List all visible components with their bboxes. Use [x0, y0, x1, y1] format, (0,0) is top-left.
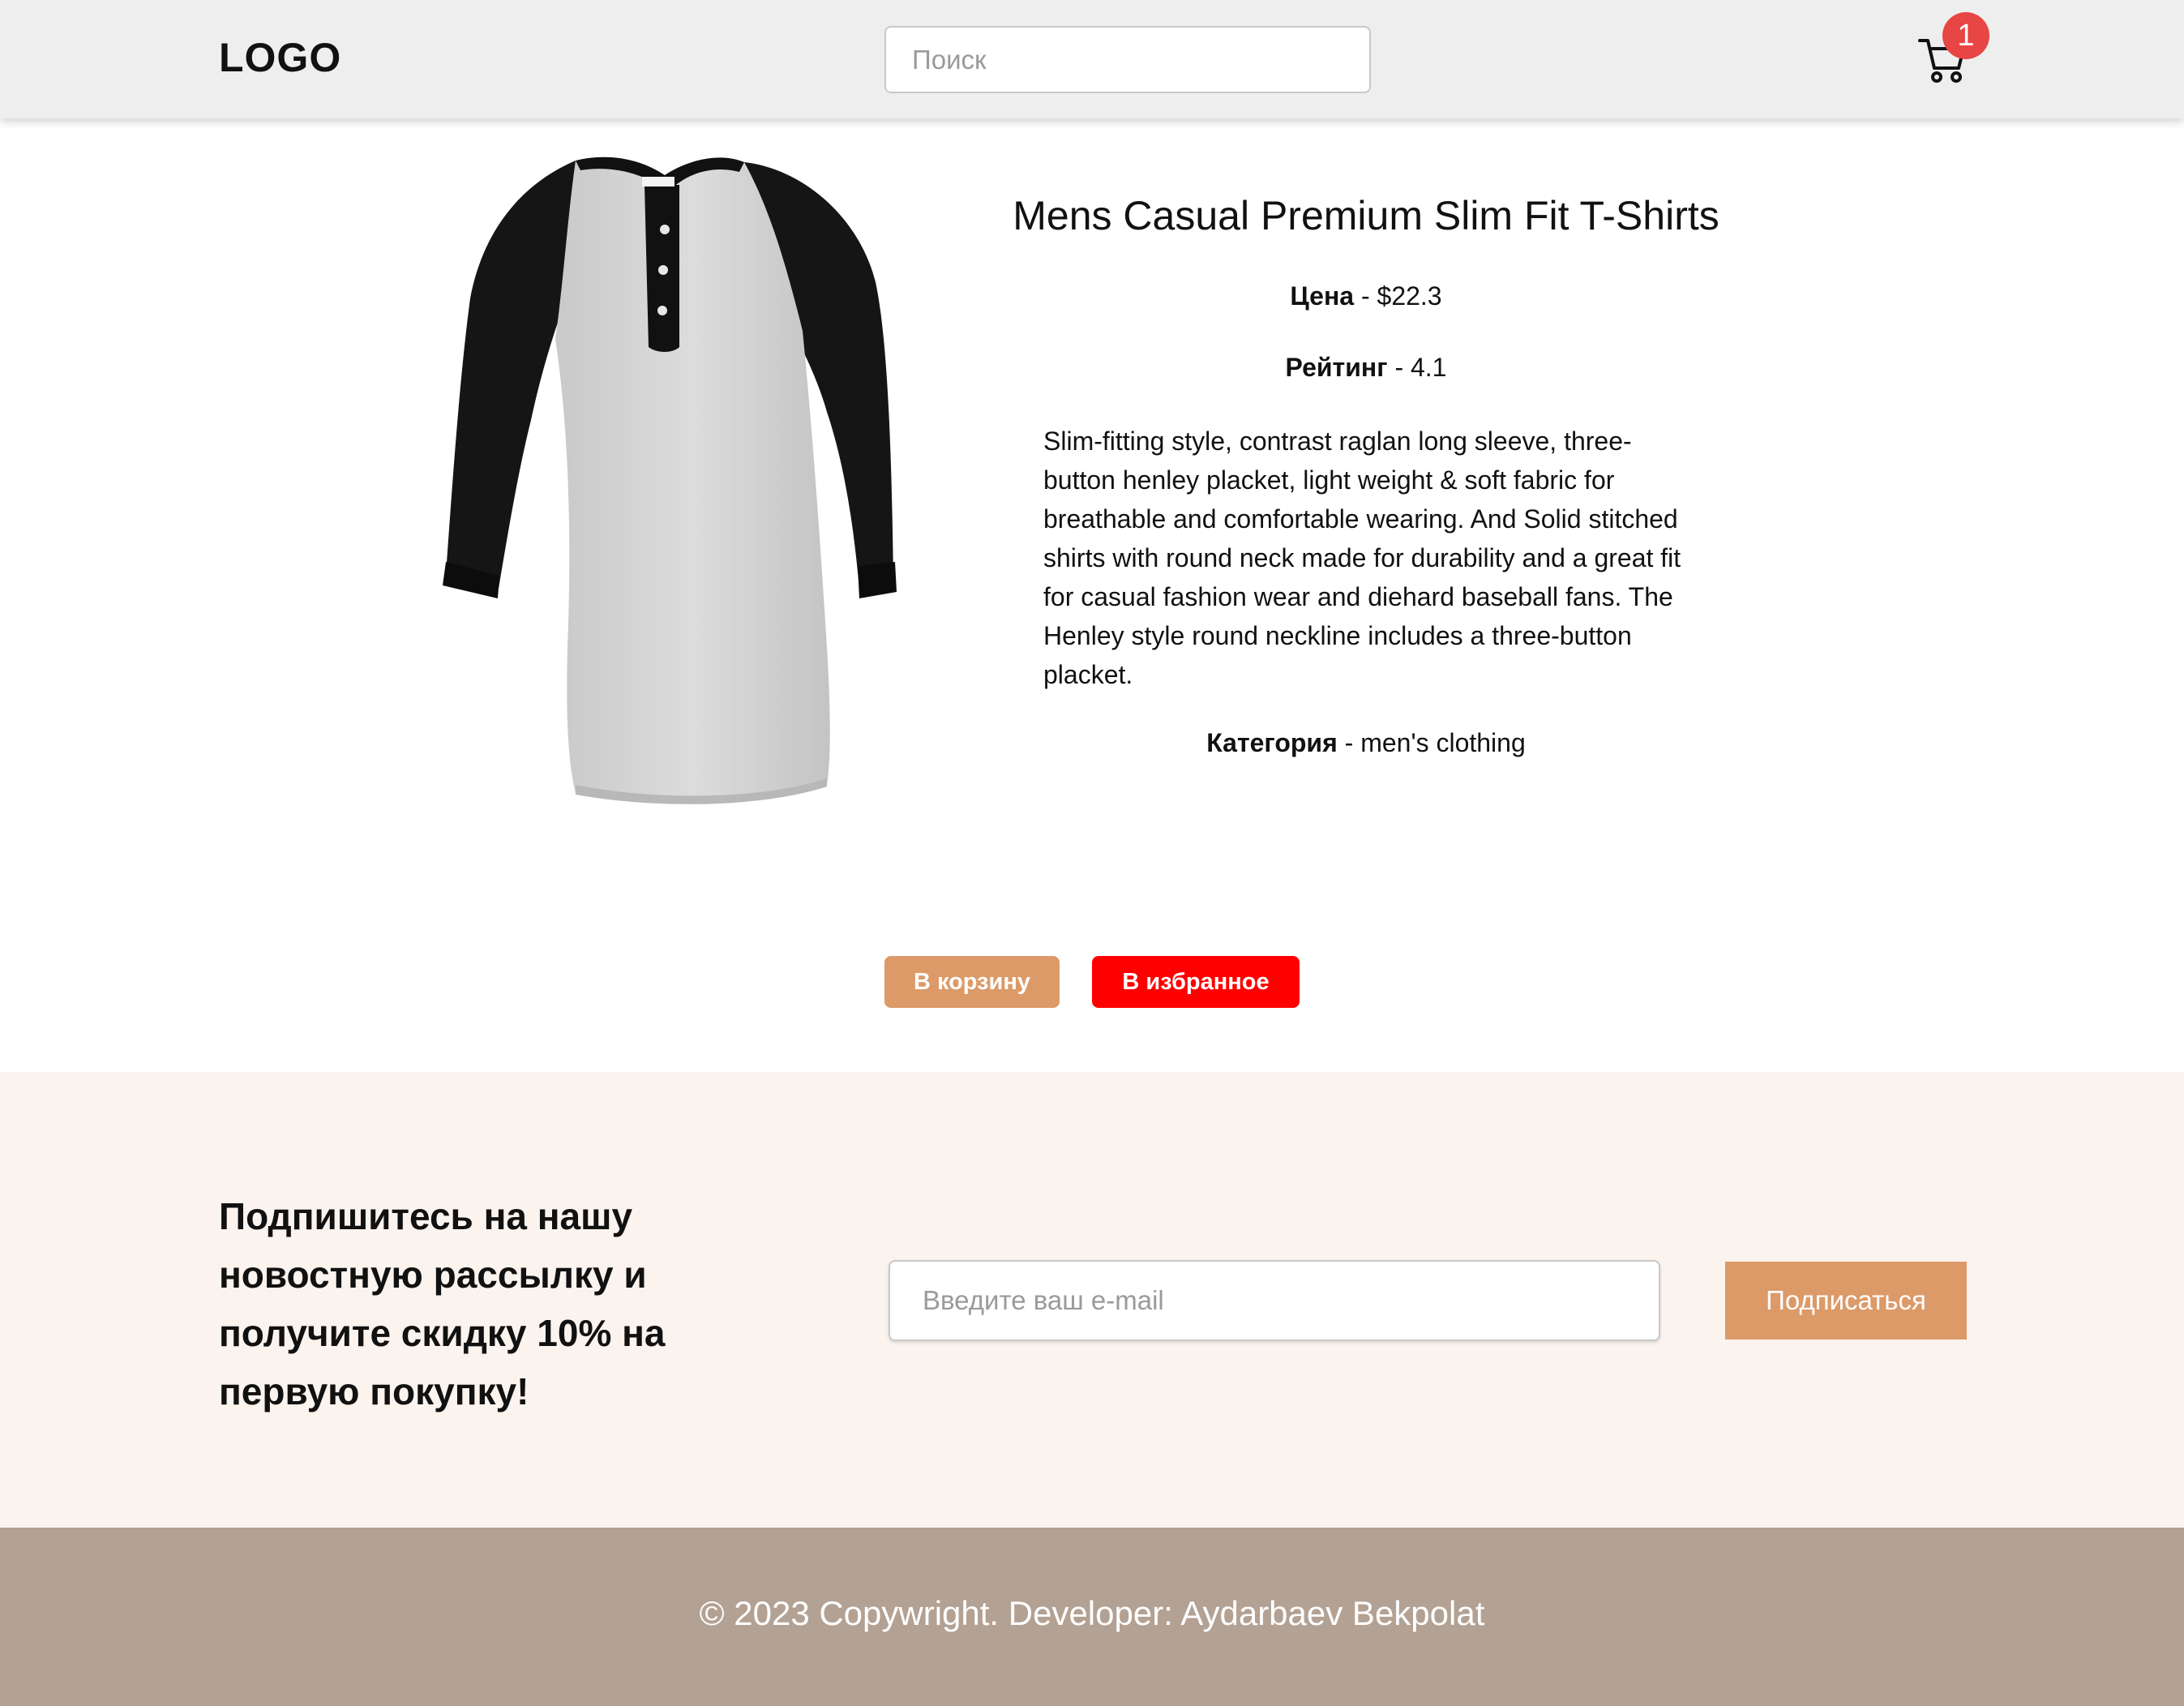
- cart-count-badge: 1: [1942, 12, 1989, 59]
- category-label: Категория: [1206, 728, 1338, 757]
- price-label: Цена: [1290, 281, 1355, 311]
- product-price: Цена - $22.3: [940, 281, 1792, 311]
- product-category: Категория - men's clothing: [940, 728, 1792, 758]
- product-rating: Рейтинг - 4.1: [940, 353, 1792, 383]
- product-description: Slim-fitting style, contrast raglan long…: [1043, 426, 1681, 689]
- rating-value: - 4.1: [1387, 353, 1447, 382]
- site-footer: © 2023 Copywright. Developer: Aydarbaev …: [0, 1528, 2184, 1706]
- site-header: LOGO 1: [0, 0, 2184, 118]
- email-field[interactable]: [889, 1260, 1660, 1341]
- category-value: - men's clothing: [1337, 728, 1526, 757]
- rating-label: Рейтинг: [1285, 353, 1388, 382]
- add-to-favorites-button[interactable]: В избранное: [1092, 956, 1300, 1008]
- newsletter-section: Подпишитесь на нашу новостную рассылку и…: [0, 1072, 2184, 1528]
- tshirt-image: [443, 156, 897, 804]
- price-value: - $22.3: [1354, 281, 1442, 311]
- product-title: Mens Casual Premium Slim Fit T-Shirts: [1013, 193, 1719, 238]
- copyright-text: © 2023 Copywright. Developer: Aydarbaev …: [699, 1594, 1485, 1632]
- subscribe-button[interactable]: Подписаться: [1725, 1262, 1967, 1340]
- search-input[interactable]: [884, 26, 1371, 93]
- add-to-cart-button[interactable]: В корзину: [884, 956, 1060, 1008]
- logo[interactable]: LOGO: [219, 34, 341, 81]
- product-image: [422, 144, 924, 817]
- newsletter-title: Подпишитесь на нашу новостную рассылку и…: [219, 1195, 666, 1412]
